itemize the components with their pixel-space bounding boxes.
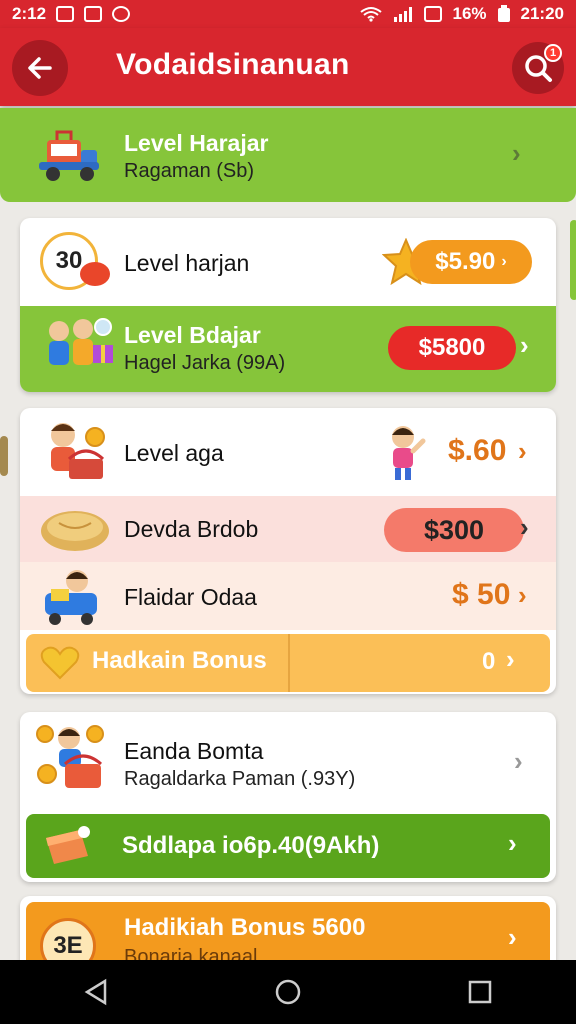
nav-home-icon[interactable] (273, 977, 303, 1007)
status-clock: 21:20 (520, 4, 564, 23)
chevron-right-icon[interactable]: › (508, 828, 517, 859)
banner-title: Level Harajar (124, 130, 269, 156)
chevron-right-icon[interactable]: › (518, 580, 527, 611)
battery-icon (497, 5, 510, 22)
bonus-badge: 3E (40, 918, 96, 960)
delivery-truck-illustration (36, 124, 104, 186)
mail-notification-icon (84, 6, 103, 22)
app-bar: Vodaidsinanuan 1 (0, 28, 576, 106)
back-button[interactable] (12, 40, 68, 96)
action-bar[interactable]: Sddlapa io6p.40(9Akh) › (26, 814, 550, 878)
signal-icon (394, 7, 413, 22)
row-subtitle: Ragaldarka Paman (.93Y) (124, 768, 356, 790)
row-title: Level aga (124, 440, 224, 466)
system-nav-bar (0, 960, 576, 1024)
level-card-3: Eanda Bomta Ragaldarka Paman (.93Y) › Sd… (20, 712, 556, 882)
level-card-2: Level aga $.60 › Devda Brdob $300 › Flai… (20, 408, 556, 694)
bonus-banner[interactable]: 3E Hadikiah Bonus 5600 Bonaria kanaal › (26, 902, 550, 960)
level-banner[interactable]: Level Harajar Ragaman (Sb) › (0, 108, 576, 202)
search-button[interactable]: 1 (512, 42, 564, 94)
chevron-right-icon[interactable]: › (508, 922, 517, 953)
nav-recents-icon[interactable] (465, 977, 495, 1007)
battery-level: 16% (452, 4, 487, 23)
kid-cart-illustration (40, 566, 106, 626)
bonus-value: 0 (482, 648, 496, 675)
amount-pill[interactable]: $5.90 › (410, 240, 532, 284)
kid-coins-illustration (34, 722, 110, 794)
amount-value: $.60 (448, 434, 507, 467)
bonus-subtitle: Bonaria kanaal (124, 946, 258, 960)
app-notification-icon (112, 6, 131, 22)
side-edge-left (0, 436, 8, 476)
amount-pill[interactable]: $300 (384, 508, 524, 552)
amount-value: $ 50 (452, 578, 511, 611)
chevron-right-icon[interactable]: › (512, 138, 521, 169)
level-card-1: 30 Level harjan $5.90 › Level Bdajar Hag… (20, 218, 556, 392)
bonus-card: 3E Hadikiah Bonus 5600 Bonaria kanaal › (20, 896, 556, 960)
status-bar: 2:12 16% 21:20 (0, 0, 576, 28)
row-title: Flaidar Odaa (124, 584, 257, 610)
gift-box-icon (46, 826, 90, 864)
list-item[interactable]: Flaidar Odaa $ 50 › (20, 562, 556, 630)
chat-bubble-icon (80, 262, 110, 286)
banner-subtitle: Ragaman (Sb) (124, 160, 255, 182)
list-item[interactable]: Level Bdajar Hagel Jarka (99A) $5800 › (20, 306, 556, 392)
chevron-right-icon[interactable]: › (520, 512, 529, 543)
chevron-right-icon[interactable]: › (518, 436, 527, 467)
bonus-badge-text: 3E (53, 932, 83, 959)
row-title: Level Bdajar (124, 322, 261, 348)
list-item[interactable]: Eanda Bomta Ragaldarka Paman (.93Y) › (20, 712, 556, 808)
list-item[interactable]: 30 Level harjan $5.90 › (20, 218, 556, 304)
alarm-icon (424, 6, 443, 22)
row-subtitle: Hagel Jarka (99A) (124, 352, 286, 374)
list-item[interactable]: Level aga $.60 › (20, 408, 556, 494)
page-title: Vodaidsinanuan (116, 48, 350, 81)
amount-value: $5.90 (435, 248, 496, 275)
action-label: Sddlapa io6p.40(9Akh) (122, 832, 380, 859)
kid-basket-illustration (40, 416, 110, 486)
bread-illustration (38, 500, 112, 558)
bonus-title: Hadikiah Bonus 5600 (124, 914, 366, 941)
nav-back-icon[interactable] (81, 977, 111, 1007)
bonus-title: Hadkain Bonus (92, 647, 267, 674)
divider (288, 634, 290, 692)
notification-badge: 1 (544, 44, 562, 62)
heart-icon (40, 646, 80, 680)
children-gifts-illustration (38, 314, 118, 382)
amount-value: $300 (423, 514, 485, 545)
chevron-right-icon[interactable]: › (520, 330, 529, 361)
content-area[interactable]: Level Harajar Ragaman (Sb) › 30 Level ha… (0, 106, 576, 960)
kid-character-illustration (382, 422, 428, 482)
bonus-row[interactable]: Hadkain Bonus 0 › (26, 634, 550, 692)
arrow-left-icon (28, 57, 52, 79)
list-item[interactable]: Devda Brdob $300 › (20, 496, 556, 562)
wifi-icon (360, 7, 383, 22)
amount-pill[interactable]: $5800 (388, 326, 516, 370)
level-badge-number: 30 (55, 247, 83, 274)
status-time: 2:12 (12, 4, 47, 23)
side-edge-right (570, 220, 576, 300)
image-notification-icon (56, 6, 75, 22)
row-title: Devda Brdob (124, 516, 259, 542)
chevron-right-icon: › (501, 253, 507, 270)
amount-value: $5800 (418, 334, 486, 361)
row-title: Eanda Bomta (124, 738, 264, 764)
chevron-right-icon[interactable]: › (506, 644, 515, 675)
chevron-right-icon[interactable]: › (514, 746, 523, 777)
row-title: Level harjan (124, 250, 250, 276)
